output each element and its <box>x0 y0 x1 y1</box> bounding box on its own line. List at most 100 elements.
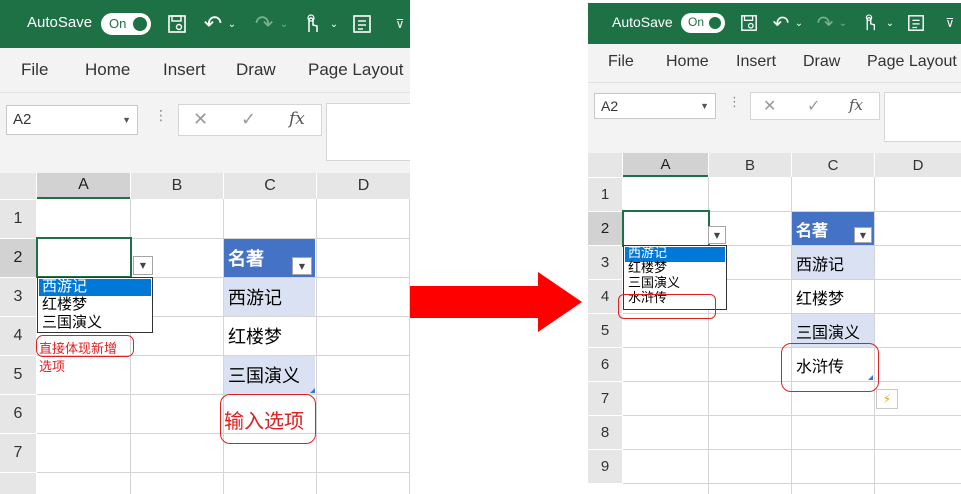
validation-dropdown-list[interactable]: 西游记 红楼梦 三国演义 <box>37 277 153 333</box>
active-cell-a2[interactable] <box>622 210 710 247</box>
row-header-7[interactable]: 7 <box>0 434 36 472</box>
column-header-b[interactable]: B <box>131 173 223 199</box>
enter-icon[interactable]: ✓ <box>241 109 256 130</box>
table-resize-handle[interactable] <box>310 388 315 393</box>
row-header-7[interactable]: 7 <box>588 382 622 415</box>
row-header-5[interactable]: 5 <box>588 314 622 347</box>
column-header-d[interactable]: D <box>317 173 410 199</box>
table-cell-c4[interactable]: 红楼梦 <box>792 280 874 313</box>
enter-icon[interactable]: ✓ <box>807 96 820 115</box>
autosave-toggle[interactable]: On <box>681 13 725 33</box>
cancel-icon[interactable]: ✕ <box>193 109 208 130</box>
column-header-a[interactable]: A <box>37 173 130 199</box>
formula-input[interactable] <box>884 92 961 142</box>
autosave-toggle[interactable]: On <box>101 13 151 35</box>
dropdown-option[interactable]: 西游记 <box>39 279 151 296</box>
redo-icon[interactable]: ↷ <box>252 12 276 37</box>
row-header-4[interactable]: 4 <box>0 317 36 355</box>
tab-page-layout[interactable]: Page Layout <box>867 53 957 71</box>
row-header-8[interactable]: 8 <box>588 416 622 449</box>
filter-button[interactable]: ▼ <box>854 227 872 243</box>
tab-home[interactable]: Home <box>85 60 130 80</box>
dropdown-option[interactable]: 三国演义 <box>39 315 151 332</box>
redo-icon[interactable]: ↷ <box>814 11 836 35</box>
row-header-1[interactable]: 1 <box>588 178 622 211</box>
tab-draw[interactable]: Draw <box>236 60 276 80</box>
cell-text: 西游记 <box>228 288 282 309</box>
row-header-3[interactable]: 3 <box>0 278 36 316</box>
dropdown-button[interactable]: ▼ <box>133 256 153 275</box>
customize-toolbar-icon[interactable]: ⊽ <box>942 14 958 32</box>
row-header-6[interactable]: 6 <box>0 395 36 433</box>
cancel-icon[interactable]: ✕ <box>763 96 776 115</box>
row-header-6[interactable]: 6 <box>588 348 622 381</box>
table-cell-c5[interactable]: 三国演义 <box>224 356 315 394</box>
dropdown-option[interactable]: 红楼梦 <box>625 262 725 277</box>
ribbon-tabs: File Home Insert Draw Page Layout <box>588 44 961 83</box>
insert-function-icon[interactable]: fx <box>849 96 863 114</box>
save-icon[interactable] <box>738 13 760 33</box>
autosave-label: AutoSave <box>612 14 673 30</box>
touch-mode-icon[interactable] <box>299 12 323 36</box>
dropdown-option[interactable]: 三国演义 <box>625 277 725 292</box>
tab-home[interactable]: Home <box>666 53 709 71</box>
column-header-b[interactable]: B <box>709 153 791 177</box>
row-header-5[interactable]: 5 <box>0 356 36 394</box>
row-header-3[interactable]: 3 <box>588 246 622 279</box>
chevron-down-icon[interactable]: ▼ <box>122 115 131 125</box>
formula-input[interactable] <box>326 103 410 161</box>
undo-icon[interactable]: ↶ <box>201 12 225 37</box>
touch-dropdown-icon[interactable]: ⌄ <box>884 14 896 32</box>
name-box[interactable]: A2 ▼ <box>594 93 716 119</box>
chevron-down-icon[interactable]: ▼ <box>700 101 709 111</box>
redo-dropdown-icon[interactable]: ⌄ <box>278 14 290 34</box>
form-icon[interactable] <box>350 13 374 35</box>
row-header-8[interactable] <box>0 473 36 494</box>
row-header-2[interactable]: 2 <box>0 239 36 277</box>
dropdown-option[interactable]: 西游记 <box>625 247 725 262</box>
column-header-c[interactable]: C <box>224 173 316 199</box>
insert-function-icon[interactable]: fx <box>289 109 305 129</box>
formula-controls: ✕ ✓ fx <box>178 104 322 136</box>
customize-toolbar-icon[interactable]: ⊽ <box>392 14 408 34</box>
tab-file[interactable]: File <box>21 60 48 80</box>
left-excel-window: AutoSave On ↶ ⌄ ↷ ⌄ ⌄ ⊽ File Home Insert… <box>0 0 410 494</box>
dropdown-button[interactable]: ▼ <box>708 226 726 244</box>
row-header-4[interactable]: 4 <box>588 280 622 313</box>
touch-mode-icon[interactable] <box>858 12 880 34</box>
tab-insert[interactable]: Insert <box>163 60 206 80</box>
row-header-1[interactable]: 1 <box>0 200 36 238</box>
tab-draw[interactable]: Draw <box>803 53 840 71</box>
toggle-knob <box>709 17 721 29</box>
filter-button[interactable]: ▼ <box>292 257 312 275</box>
active-cell-a2[interactable] <box>36 237 132 278</box>
cell-text: 三国演义 <box>228 366 300 387</box>
touch-dropdown-icon[interactable]: ⌄ <box>328 14 340 34</box>
title-bar: AutoSave On ↶ ⌄ ↷ ⌄ ⌄ ⊽ <box>0 0 410 48</box>
name-box-value: A2 <box>13 111 32 128</box>
form-icon[interactable] <box>905 13 927 33</box>
select-all-corner[interactable] <box>588 153 622 177</box>
column-header-d[interactable]: D <box>875 153 961 177</box>
table-cell-c4[interactable]: 红楼梦 <box>224 317 315 355</box>
name-box[interactable]: A2 ▼ <box>6 105 138 135</box>
annotation-highlight-new-option <box>618 294 716 319</box>
tab-file[interactable]: File <box>608 53 634 71</box>
table-cell-c3[interactable]: 西游记 <box>224 278 315 316</box>
undo-icon[interactable]: ↶ <box>770 11 792 35</box>
tab-insert[interactable]: Insert <box>736 53 776 71</box>
row-header-9[interactable]: 9 <box>588 450 622 483</box>
row-header-2[interactable]: 2 <box>588 212 622 245</box>
select-all-corner[interactable] <box>0 173 36 199</box>
dropdown-option[interactable]: 红楼梦 <box>39 297 151 314</box>
tab-page-layout[interactable]: Page Layout <box>308 60 403 80</box>
column-header-c[interactable]: C <box>792 153 874 177</box>
save-icon[interactable] <box>165 13 189 35</box>
flash-fill-icon[interactable]: ⚡ <box>876 389 898 409</box>
undo-dropdown-icon[interactable]: ⌄ <box>226 14 238 34</box>
table-cell-c3[interactable]: 西游记 <box>792 246 874 279</box>
column-header-a[interactable]: A <box>623 153 708 177</box>
undo-dropdown-icon[interactable]: ⌄ <box>793 14 805 32</box>
redo-dropdown-icon[interactable]: ⌄ <box>837 14 849 32</box>
table-header-label: 名著 <box>228 249 264 270</box>
